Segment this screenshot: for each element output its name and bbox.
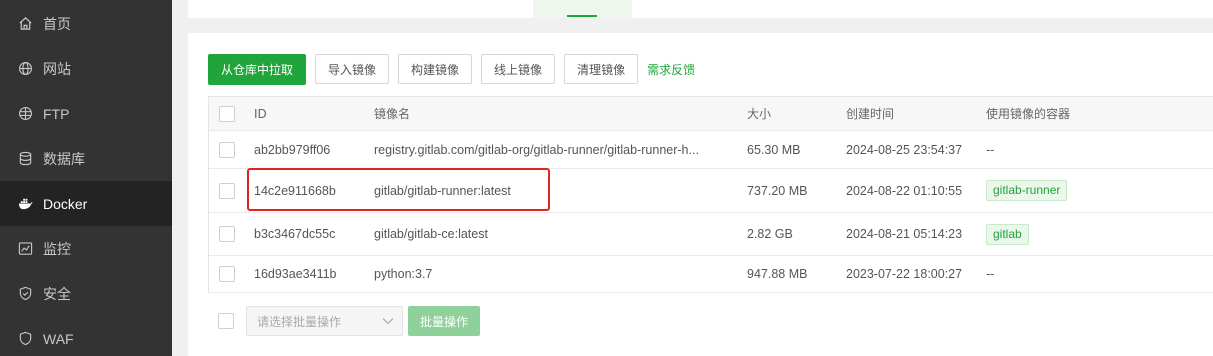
sidebar-item-home[interactable]: 首页 xyxy=(0,1,172,46)
sidebar-item-label: 监控 xyxy=(43,240,71,257)
ftp-globe-icon xyxy=(18,106,33,121)
batch-select-placeholder: 请选择批量操作 xyxy=(257,314,342,329)
image-created: 2024-08-21 05:14:23 xyxy=(846,227,963,241)
sidebar-item-label: 数据库 xyxy=(43,150,85,167)
sidebar-item-monitor[interactable]: 监控 xyxy=(0,226,172,271)
feedback-link[interactable]: 需求反馈 xyxy=(647,61,695,78)
image-created: 2024-08-22 01:10:55 xyxy=(846,183,963,198)
container-tag[interactable]: gitlab xyxy=(986,223,1029,245)
table-row[interactable]: ab2bb979ff06 registry.gitlab.com/gitlab-… xyxy=(209,131,1213,169)
sidebar-item-label: FTP xyxy=(43,105,70,122)
import-image-button[interactable]: 导入镜像 xyxy=(315,54,390,84)
image-id: 16d93ae3411b xyxy=(254,267,337,281)
table-row[interactable]: 16d93ae3411b python:3.7 947.88 MB 2023-0… xyxy=(209,256,1213,293)
sidebar-item-label: WAF xyxy=(43,330,74,347)
chevron-down-icon xyxy=(382,314,394,328)
batch-operation-select[interactable]: 请选择批量操作 xyxy=(246,306,403,336)
sidebar: 首页 网站 FTP 数据库 Docker 监控 安全 WAF xyxy=(0,0,172,356)
table-row[interactable]: b3c3467dc55c gitlab/gitlab-ce:latest 2.8… xyxy=(209,213,1213,256)
sidebar-item-label: 首页 xyxy=(43,15,71,32)
column-header-id[interactable]: ID xyxy=(254,107,364,121)
image-created: 2024-08-25 23:54:37 xyxy=(846,142,963,157)
image-created: 2023-07-22 18:00:27 xyxy=(846,267,963,281)
row-checkbox[interactable] xyxy=(219,226,235,242)
image-size: 65.30 MB xyxy=(747,142,801,157)
image-containers: gitlab xyxy=(986,223,1206,245)
image-size: 947.88 MB xyxy=(747,267,808,281)
row-checkbox[interactable] xyxy=(219,141,235,158)
pull-from-registry-button[interactable]: 从仓库中拉取 xyxy=(208,53,307,85)
image-containers: gitlab-runner xyxy=(986,180,1206,201)
container-tag[interactable]: gitlab-runner xyxy=(986,180,1068,201)
table-row[interactable]: 14c2e911668b gitlab/gitlab-runner:latest… xyxy=(209,169,1213,213)
image-table: ID 镜像名 大小 创建时间 使用镜像的容器 ab2bb979ff06 regi… xyxy=(208,96,1213,293)
batch-select-checkbox[interactable] xyxy=(218,313,234,329)
image-id: 14c2e911668b xyxy=(254,183,336,198)
image-name: gitlab/gitlab-runner:latest xyxy=(374,183,511,198)
image-id: ab2bb979ff06 xyxy=(254,142,331,157)
table-header: ID 镜像名 大小 创建时间 使用镜像的容器 xyxy=(209,97,1213,131)
docker-icon xyxy=(18,196,33,211)
image-name: python:3.7 xyxy=(374,267,433,281)
build-image-button[interactable]: 构建镜像 xyxy=(398,54,473,84)
image-id: b3c3467dc55c xyxy=(254,227,336,241)
column-header-size[interactable]: 大小 xyxy=(747,105,837,122)
image-list-panel: 从仓库中拉取 导入镜像 构建镜像 线上镜像 清理镜像 需求反馈 ID 镜像名 大… xyxy=(188,33,1213,356)
clean-image-button[interactable]: 清理镜像 xyxy=(564,54,639,84)
image-name: gitlab/gitlab-ce:latest xyxy=(374,227,488,241)
sidebar-item-security[interactable]: 安全 xyxy=(0,271,172,316)
sidebar-item-label: Docker xyxy=(43,195,88,212)
column-header-name[interactable]: 镜像名 xyxy=(374,105,734,122)
sidebar-item-ftp[interactable]: FTP xyxy=(0,91,172,136)
image-name: registry.gitlab.com/gitlab-org/gitlab-ru… xyxy=(374,142,699,157)
row-checkbox[interactable] xyxy=(219,266,235,282)
sidebar-item-label: 安全 xyxy=(43,285,71,302)
home-icon xyxy=(18,16,33,31)
shield-icon xyxy=(18,286,33,301)
sidebar-item-database[interactable]: 数据库 xyxy=(0,136,172,181)
column-header-containers: 使用镜像的容器 xyxy=(986,107,1071,121)
waf-shield-icon xyxy=(18,331,33,346)
sidebar-item-waf[interactable]: WAF xyxy=(0,316,172,356)
toolbar: 从仓库中拉取 导入镜像 构建镜像 线上镜像 清理镜像 需求反馈 xyxy=(208,53,695,85)
row-checkbox[interactable] xyxy=(219,182,235,199)
image-containers: -- xyxy=(986,267,995,281)
select-all-checkbox[interactable] xyxy=(219,105,235,122)
tab-bar xyxy=(188,0,1213,18)
database-icon xyxy=(18,151,33,166)
sidebar-item-label: 网站 xyxy=(43,60,71,77)
sidebar-item-docker[interactable]: Docker xyxy=(0,181,172,226)
column-header-created[interactable]: 创建时间 xyxy=(846,105,976,122)
online-image-button[interactable]: 线上镜像 xyxy=(481,54,556,84)
active-tab-indicator xyxy=(567,15,597,17)
image-size: 737.20 MB xyxy=(747,183,808,198)
image-size: 2.82 GB xyxy=(747,227,793,241)
batch-action-bar: 请选择批量操作 批量操作 xyxy=(218,305,481,337)
sidebar-item-website[interactable]: 网站 xyxy=(0,46,172,91)
globe-icon xyxy=(18,61,33,76)
batch-operation-button[interactable]: 批量操作 xyxy=(408,306,481,336)
image-containers: -- xyxy=(986,142,995,157)
monitor-icon xyxy=(18,241,33,256)
